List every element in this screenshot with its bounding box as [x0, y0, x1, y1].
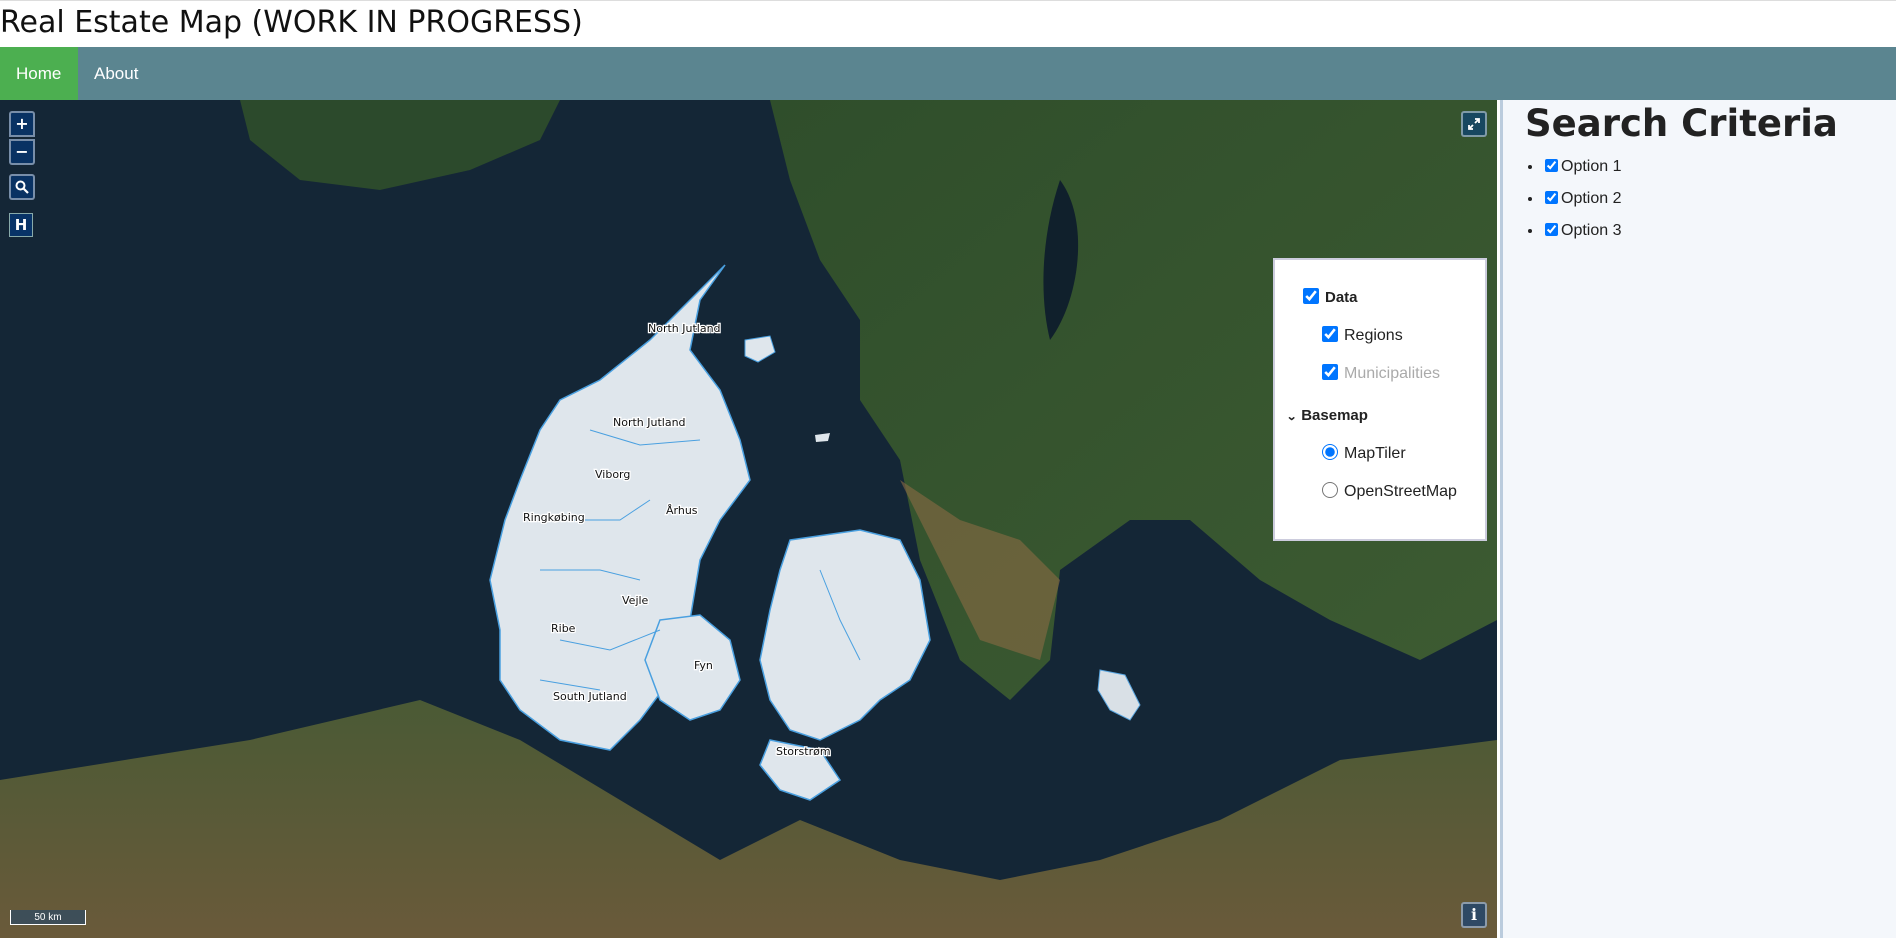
maptiler-label: MapTiler — [1344, 445, 1406, 462]
option-label: Option 2 — [1561, 190, 1622, 207]
search-button[interactable] — [9, 174, 35, 200]
map-view[interactable]: North Jutland North Jutland Viborg Ringk… — [0, 100, 1497, 938]
attribution-info-button[interactable]: i — [1461, 902, 1487, 928]
basemap-openstreetmap[interactable]: OpenStreetMap — [1322, 482, 1457, 501]
layer-municipalities[interactable]: Municipalities — [1322, 364, 1440, 383]
option-label: Option 3 — [1561, 222, 1622, 239]
maptiler-radio[interactable] — [1322, 444, 1338, 460]
basemap-group-label: Basemap — [1301, 407, 1368, 424]
layer-group-basemap[interactable]: ⌄ Basemap — [1286, 407, 1368, 424]
search-criteria-title: Search Criteria — [1525, 102, 1838, 145]
app-header: Real Estate Map (WORK IN PROGRESS) — [0, 0, 1896, 47]
region-label: Århus — [666, 504, 698, 517]
layer-switcher-panel: Data Regions Municipalities ⌄ Basemap Map… — [1273, 258, 1487, 541]
municipalities-layer-label: Municipalities — [1344, 365, 1441, 382]
region-label: Viborg — [595, 468, 630, 481]
region-label: North Jutland — [648, 322, 721, 335]
region-label: Storstrøm — [776, 745, 831, 758]
search-criteria-panel: Search Criteria Option 1 Option 2 Option… — [1500, 100, 1896, 938]
region-label: South Jutland — [553, 690, 627, 703]
nav-home-link[interactable]: Home — [0, 47, 78, 100]
fullscreen-icon — [1468, 118, 1480, 130]
region-label: Vejle — [622, 594, 649, 607]
list-item: Option 3 — [1543, 219, 1621, 251]
openstreetmap-radio[interactable] — [1322, 482, 1338, 498]
layer-group-data[interactable]: Data — [1303, 288, 1358, 306]
option-label: Option 1 — [1561, 158, 1622, 175]
regions-layer-label: Regions — [1344, 327, 1403, 344]
list-item: Option 2 — [1543, 187, 1621, 219]
search-icon — [15, 180, 29, 194]
zoom-out-button[interactable]: − — [9, 139, 35, 165]
option-1-checkbox[interactable] — [1545, 159, 1558, 172]
municipalities-layer-checkbox[interactable] — [1322, 364, 1338, 380]
region-label: North Jutland — [613, 416, 686, 429]
region-label: Fyn — [694, 659, 713, 672]
scale-bar: 50 km — [10, 910, 86, 925]
region-label: Ribe — [551, 622, 576, 635]
h-button[interactable]: H — [9, 213, 33, 237]
region-label: Ringkøbing — [523, 511, 585, 524]
page-title: Real Estate Map (WORK IN PROGRESS) — [0, 5, 583, 40]
option-2-checkbox[interactable] — [1545, 191, 1558, 204]
option-3-checkbox[interactable] — [1545, 223, 1558, 236]
list-item: Option 1 — [1543, 155, 1621, 187]
basemap-maptiler[interactable]: MapTiler — [1322, 444, 1406, 463]
chevron-down-icon[interactable]: ⌄ — [1286, 410, 1297, 423]
data-layer-label: Data — [1325, 289, 1358, 306]
nav-about-link[interactable]: About — [78, 47, 154, 100]
options-list: Option 1 Option 2 Option 3 — [1503, 155, 1621, 251]
openstreetmap-label: OpenStreetMap — [1344, 483, 1457, 500]
navbar: Home About — [0, 47, 1896, 100]
data-layer-checkbox[interactable] — [1303, 288, 1319, 304]
fullscreen-button[interactable] — [1461, 111, 1487, 137]
zoom-in-button[interactable]: + — [9, 111, 35, 137]
regions-layer-checkbox[interactable] — [1322, 326, 1338, 342]
layer-regions[interactable]: Regions — [1322, 326, 1403, 345]
